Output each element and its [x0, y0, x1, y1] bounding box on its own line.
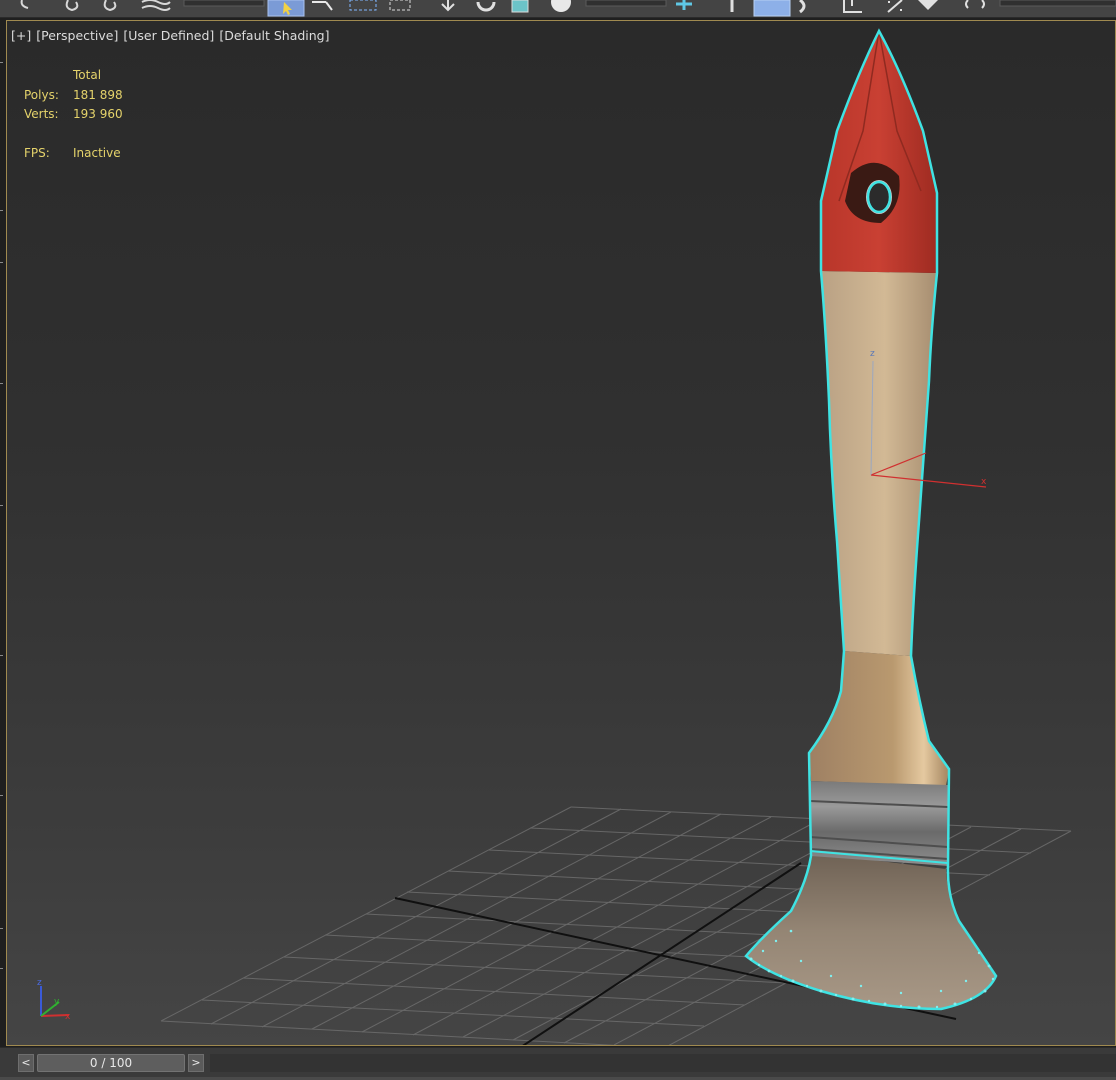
next-frame-button[interactable]: >: [188, 1054, 204, 1072]
viewport-point-of-view-menu[interactable]: [Perspective]: [36, 28, 118, 43]
window-crossing-icon[interactable]: [389, 0, 411, 11]
tripod-y-label: y: [54, 997, 60, 1007]
verts-label: Verts:: [24, 107, 59, 121]
reference-coordinate-dropdown[interactable]: [585, 0, 667, 7]
selection-filter-dropdown[interactable]: [183, 0, 265, 7]
tripod-x-label: x: [65, 1012, 71, 1022]
verts-value: 193 960: [73, 107, 123, 121]
unlink-icon[interactable]: [103, 0, 117, 12]
fps-label: FPS:: [24, 146, 50, 160]
polys-value: 181 898: [73, 87, 123, 102]
viewport-general-menu[interactable]: [+]: [11, 28, 31, 43]
pivot-center-icon[interactable]: [676, 0, 692, 10]
timeline-track[interactable]: [210, 1054, 1116, 1072]
named-selection-icon[interactable]: [918, 0, 938, 10]
gizmo-x-label: x: [981, 477, 987, 487]
rectangular-selection-icon[interactable]: [349, 0, 377, 11]
perspective-viewport[interactable]: x z z x y [+] [Perspective] [User Define…: [6, 20, 1116, 1046]
time-slider-bar: < 0 / 100 >: [0, 1047, 1116, 1080]
viewport-shading-menu[interactable]: [Default Shading]: [219, 28, 329, 43]
percent-snap-icon[interactable]: [843, 0, 862, 13]
viewport-stereo-menu[interactable]: [User Defined]: [123, 28, 214, 43]
undo-icon[interactable]: [20, 0, 29, 9]
fps-value: Inactive: [73, 146, 121, 160]
viewport-statistics: Total Polys: 181 898 Verts: 193 960 FPS: In…: [24, 66, 123, 164]
viewport-scene[interactable]: x z z x y: [7, 21, 1115, 1045]
toolbar-icons: [20, 0, 1116, 17]
polys-label: Polys:: [24, 87, 59, 102]
prev-frame-button[interactable]: <: [18, 1054, 34, 1072]
gizmo-z-label: z: [870, 349, 875, 359]
bind-space-warp-icon[interactable]: [141, 0, 171, 11]
named-selection-field[interactable]: [999, 0, 1116, 7]
snap-toggle-icon[interactable]: [753, 0, 791, 17]
link-icon[interactable]: [65, 0, 79, 12]
spinner-snap-icon[interactable]: [887, 0, 903, 13]
viewport-label: [+] [Perspective] [User Defined] [Defaul…: [11, 28, 331, 43]
placement-icon[interactable]: [551, 0, 571, 12]
tripod-z-label: z: [37, 978, 42, 988]
rotate-icon[interactable]: [476, 1, 496, 12]
stats-header: Total: [73, 68, 102, 82]
axis-tripod: z x y: [37, 978, 71, 1022]
edit-named-selection-icon[interactable]: [965, 0, 985, 9]
time-slider[interactable]: 0 / 100: [37, 1054, 185, 1072]
angle-snap-icon[interactable]: [799, 0, 806, 14]
select-by-name-icon[interactable]: [312, 1, 333, 11]
scale-icon[interactable]: [511, 0, 529, 13]
move-icon[interactable]: [441, 0, 455, 12]
main-toolbar: [0, 0, 1116, 18]
